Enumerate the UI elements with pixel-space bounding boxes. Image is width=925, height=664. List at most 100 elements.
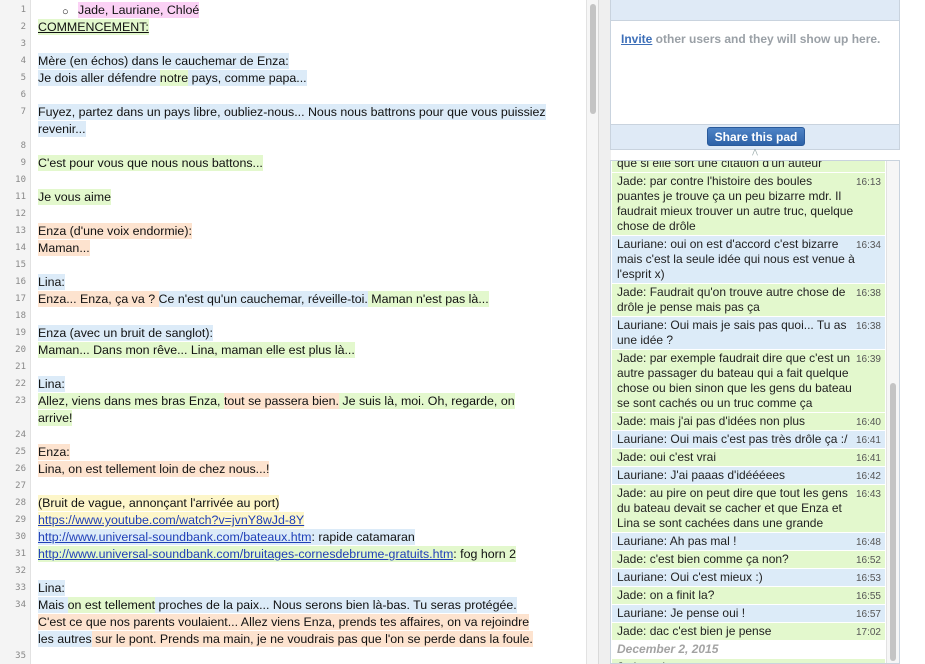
line-number: 31 (15, 549, 26, 559)
editor-line[interactable]: Mais on est tellement proches de la paix… (38, 597, 578, 614)
chat-panel: que si elle sort une citation d'un auteu… (610, 160, 900, 664)
chat-scrollbar-thumb[interactable] (890, 383, 896, 661)
author-text-segment: : rapide catamaran (311, 529, 415, 545)
author-text-segment: Maman... Dans mon rêve... Lina, maman el… (38, 342, 355, 358)
line-number: 22 (15, 379, 26, 389)
editor-line[interactable]: https://www.youtube.com/watch?v=jvnY8wJd… (38, 512, 578, 529)
editor-line[interactable]: Je dois aller défendre notre pays, comme… (38, 70, 578, 87)
chat-message: Jade: dac c'est bien je pense 17:02 (612, 623, 885, 640)
line-number: 25 (15, 447, 26, 457)
line-number: 20 (15, 345, 26, 355)
author-text-segment: Je dois aller défendre (38, 70, 160, 86)
author-text-segment: Mère (en échos) dans le cauchemar de Enz… (38, 53, 289, 69)
chat-message: Jade: on a finit la? 16:55 (612, 587, 885, 604)
editor-line[interactable]: http://www.universal-soundbank.com/batea… (38, 529, 578, 546)
author-text-segment: Lina, on est tellement loin de chez nous… (38, 461, 270, 477)
editor-line[interactable]: http://www.universal-soundbank.com/bruit… (38, 546, 578, 563)
editor-link[interactable]: https://www.youtube.com/watch?v=jvnY8wJd… (38, 512, 305, 528)
line-number: 13 (15, 226, 26, 236)
editor-line[interactable]: Lina: (38, 274, 578, 291)
author-text-segment: Maman n'est pas là... (367, 291, 489, 307)
editor-line[interactable]: les autres sur le pont. Prends ma main, … (38, 631, 578, 648)
line-number: 30 (15, 532, 26, 542)
chat-message-text: Jade: par contre l'histoire des boules p… (617, 174, 854, 233)
editor-line[interactable]: Maman... (38, 240, 578, 257)
pad-editor[interactable]: 1 2 3 4 5 6 7 8 9 10 11 12 13 14 15 16 17 18 19 20 21 22 23 24 2… (0, 0, 585, 664)
chat-message: Lauriane: J'ai paaas d'idéééees 16:42 (612, 467, 885, 484)
editor-line[interactable]: Lina: (38, 376, 578, 393)
author-text-segment: C'est ce que nos parents voulaient... Al… (38, 614, 530, 630)
editor-line[interactable]: Enza... Enza, ça va ? Ce n'est qu'un cau… (38, 291, 578, 308)
line-number: 32 (15, 566, 26, 576)
share-bar: Share this pad (611, 124, 899, 149)
author-text-segment: Allez, viens dans mes bras Enza, (38, 393, 224, 409)
line-number: 3 (20, 39, 26, 49)
resize-grip-icon[interactable]: ⋀ (751, 149, 759, 156)
editor-link[interactable]: http://www.universal-soundbank.com/bruit… (38, 546, 454, 562)
line-number-gutter: 1 2 3 4 5 6 7 8 9 10 11 12 13 14 15 16 17 18 19 20 21 22 23 24 2… (0, 0, 31, 664)
editor-line[interactable]: Enza (d'une voix endormie): (38, 223, 578, 240)
editor-line[interactable]: Maman... Dans mon rêve... Lina, maman el… (38, 342, 578, 359)
chat-message-text: Lauriane: Je pense oui ! (617, 606, 746, 620)
chat-message: Lauriane: Oui c'est mieux :) 16:53 (612, 569, 885, 586)
line-number: 5 (20, 73, 26, 83)
chat-message-time: 16:39 (855, 354, 881, 365)
editor-line[interactable]: Allez, viens dans mes bras Enza, tout se… (38, 393, 578, 410)
chat-message: Lauriane: Oui mais je sais pas quoi... T… (612, 317, 885, 349)
users-panel: Invite other users and they will show up… (610, 0, 900, 150)
author-text-segment: COMMENCEMENT: (38, 19, 149, 35)
chat-message-time: 16:40 (855, 417, 881, 428)
chat-message-text: Jade: mais j'ai pas d'idées non plus (617, 414, 806, 428)
editor-line[interactable]: Enza (avec un bruit de sanglot): (38, 325, 578, 342)
line-number: 29 (15, 515, 26, 525)
line-number: 28 (15, 498, 26, 508)
editor-line[interactable]: Lina, on est tellement loin de chez nous… (38, 461, 578, 478)
editor-line[interactable]: Fuyez, partez dans un pays libre, oublie… (38, 104, 578, 121)
line-number: 14 (15, 243, 26, 253)
editor-line[interactable]: arrive! (38, 410, 578, 427)
chat-message: Lauriane: Oui mais c'est pas très drôle … (612, 431, 885, 448)
editor-line[interactable]: COMMENCEMENT: (38, 19, 578, 36)
chat-message-text: Jade: Faudrait qu'on trouve autre chose … (617, 285, 846, 314)
chat-scrollbar[interactable] (886, 161, 899, 663)
author-text-segment: Fuyez, partez dans un pays libre, oublie… (38, 104, 546, 120)
editor-line[interactable]: Enza: (38, 444, 578, 461)
chat-message-text: Jade: salut (617, 660, 675, 663)
author-text-segment: Je vous aime (38, 189, 112, 205)
editor-line[interactable]: C'est pour vous que nous nous battons... (38, 155, 578, 172)
chat-message-text: Jade: on a finit la? (617, 588, 715, 602)
line-number: 17 (15, 294, 26, 304)
author-text-segment: pays, comme papa... (188, 70, 307, 86)
share-pad-button[interactable]: Share this pad (707, 127, 805, 146)
editor-line[interactable]: Mère (en échos) dans le cauchemar de Enz… (38, 53, 578, 70)
author-text-segment: Enza (d'une voix endormie): (38, 223, 192, 239)
chat-message: Lauriane: Ah pas mal ! 16:48 (612, 533, 885, 550)
invite-link[interactable]: Invite (621, 32, 652, 46)
chat-message-text: Lauriane: Oui mais c'est pas très drôle … (617, 432, 848, 446)
chat-message-text: Lauriane: Ah pas mal ! (617, 534, 737, 548)
author-text-segment: Ce n'est qu'un cauchemar, réveille-toi. (158, 291, 368, 307)
author-text-segment: C'est pour vous que nous nous battons... (38, 155, 263, 171)
chat-message-text: Jade: oui c'est vrai (617, 450, 717, 464)
line-number: 11 (15, 192, 26, 202)
editor-line[interactable]: (Bruit de vague, annonçant l'arrivée au … (38, 495, 578, 512)
chat-message-time: 16:42 (855, 471, 881, 482)
editor-scrollbar-thumb[interactable] (590, 4, 596, 114)
chat-message-text: Jade: c'est bien comme ça non? (617, 552, 789, 566)
editor-line[interactable]: Je vous aime (38, 189, 578, 206)
author-text-segment: (Bruit de vague, annonçant l'arrivée au … (38, 495, 280, 511)
author-text-segment: sur le pont. Prends ma main, je ne voudr… (91, 631, 533, 647)
author-text-segment: on est tellement (67, 597, 156, 613)
line-number: 1 (20, 5, 26, 15)
line-number: 12 (15, 209, 26, 219)
editor-link[interactable]: http://www.universal-soundbank.com/batea… (38, 529, 312, 545)
author-text-segment: Enza... Enza, ça va ? (38, 291, 159, 307)
chat-message: Jade: par contre l'histoire des boules p… (612, 173, 885, 235)
line-number: 19 (15, 328, 26, 338)
editor-line[interactable]: C'est ce que nos parents voulaient... Al… (38, 614, 578, 631)
chat-message-text: Jade: dac c'est bien je pense (617, 624, 772, 638)
editor-line[interactable]: Lina: (38, 580, 578, 597)
editor-line[interactable]: revenir... (38, 121, 578, 138)
author-text-segment: Enza: (38, 444, 70, 460)
editor-line[interactable]: ○ Jade, Lauriane, Chloé (62, 2, 585, 19)
